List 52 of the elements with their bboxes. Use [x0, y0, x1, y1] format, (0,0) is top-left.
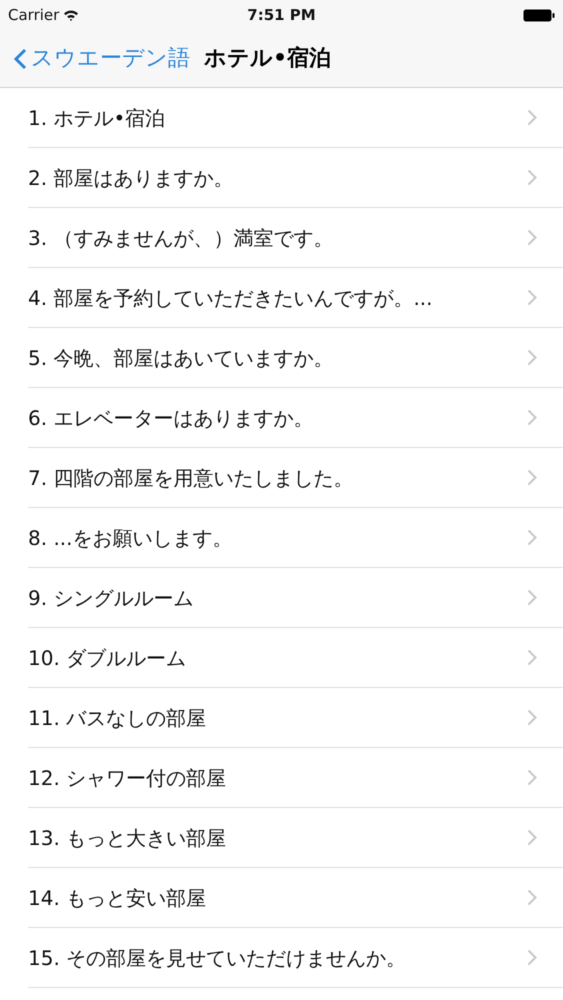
chevron-right-icon [527, 649, 537, 666]
chevron-right-icon [527, 769, 537, 786]
list-row[interactable]: 11. バスなしの部屋 [28, 688, 563, 748]
list-row[interactable]: 14. もっと安い部屋 [28, 868, 563, 928]
chevron-right-icon [527, 709, 537, 726]
chevron-right-icon [527, 109, 537, 126]
row-label: 12. シャワー付の部屋 [28, 764, 226, 792]
list-row[interactable]: 9. シングルルーム [28, 568, 563, 628]
chevron-right-icon [527, 529, 537, 546]
list-row[interactable]: 10. ダブルルーム [28, 628, 563, 688]
list-row[interactable]: 8. ...をお願いします。 [28, 508, 563, 568]
row-label: 15. その部屋を見せていただけませんか。 [28, 944, 406, 972]
row-label: 8. ...をお願いします。 [28, 524, 233, 552]
chevron-right-icon [527, 349, 537, 366]
list-row[interactable]: 3. （すみませんが、）満室です。 [28, 208, 563, 268]
list-row[interactable]: 13. もっと大きい部屋 [28, 808, 563, 868]
row-label: 7. 四階の部屋を用意いたしました。 [28, 464, 354, 492]
row-label: 9. シングルルーム [28, 584, 194, 612]
row-label: 13. もっと大きい部屋 [28, 824, 226, 852]
list-row[interactable]: 15. その部屋を見せていただけませんか。 [28, 928, 563, 988]
chevron-right-icon [527, 409, 537, 426]
list-row[interactable]: 4. 部屋を予約していただきたいんですが。... [28, 268, 563, 328]
row-label: 1. ホテル•宿泊 [28, 104, 166, 132]
row-label: 10. ダブルルーム [28, 644, 186, 672]
back-button[interactable]: スウエーデン語 [14, 42, 190, 75]
carrier-name: Carrier [8, 4, 60, 26]
list-row[interactable]: 2. 部屋はありますか。 [28, 148, 563, 208]
chevron-right-icon [527, 949, 537, 966]
list-row[interactable]: 5. 今晩、部屋はあいていますか。 [28, 328, 563, 388]
row-label: 5. 今晩、部屋はあいていますか。 [28, 344, 334, 372]
row-label: 3. （すみませんが、）満室です。 [28, 224, 334, 252]
row-label: 2. 部屋はありますか。 [28, 164, 234, 192]
wifi-icon [63, 9, 80, 21]
row-label: 11. バスなしの部屋 [28, 704, 206, 732]
chevron-right-icon [527, 889, 537, 906]
list-row[interactable]: 6. エレベーターはありますか。 [28, 388, 563, 448]
chevron-left-icon [14, 48, 27, 70]
battery-icon [523, 8, 555, 22]
row-label: 14. もっと安い部屋 [28, 884, 206, 912]
chevron-right-icon [527, 169, 537, 186]
chevron-right-icon [527, 469, 537, 486]
status-time: 7:51 PM [247, 4, 316, 26]
chevron-right-icon [527, 589, 537, 606]
list-row[interactable]: 1. ホテル•宿泊 [28, 88, 563, 148]
screen-title: ホテル•宿泊 [204, 44, 332, 73]
row-label: 6. エレベーターはありますか。 [28, 404, 314, 432]
list-row[interactable]: 7. 四階の部屋を用意いたしました。 [28, 448, 563, 508]
row-label: 4. 部屋を予約していただきたいんですが。... [28, 284, 433, 312]
chevron-right-icon [527, 829, 537, 846]
list-row[interactable]: 12. シャワー付の部屋 [28, 748, 563, 808]
chevron-right-icon [527, 229, 537, 246]
chevron-right-icon [527, 289, 537, 306]
